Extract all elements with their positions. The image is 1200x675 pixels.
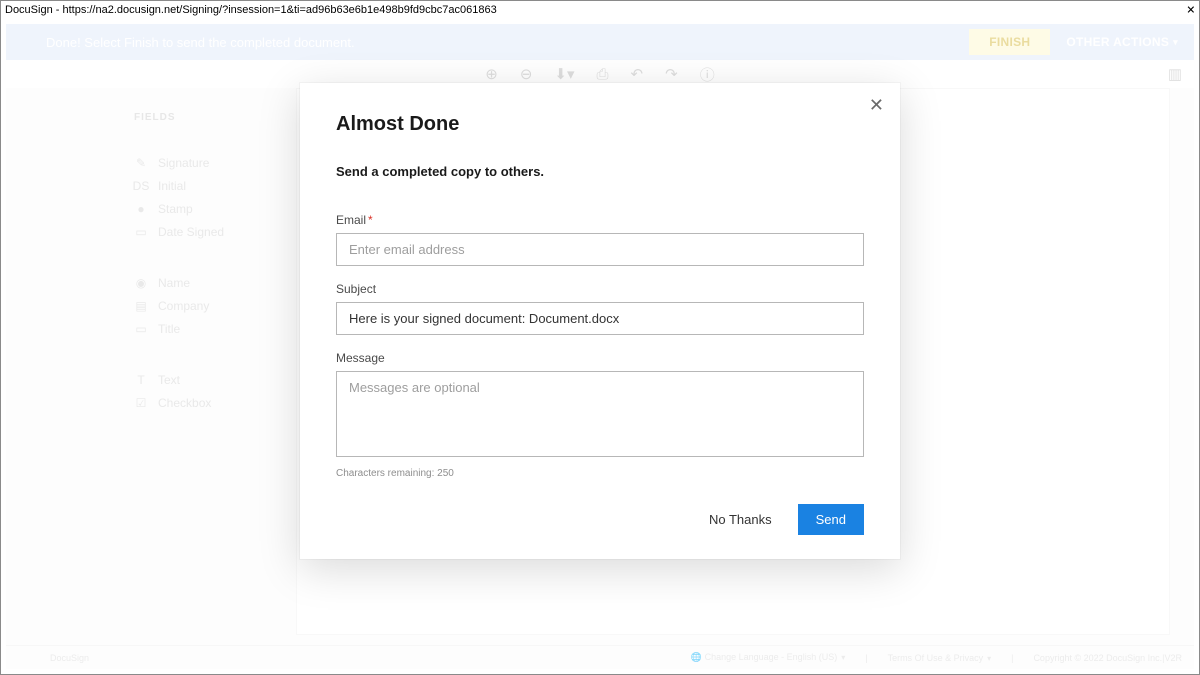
- almost-done-modal: ✕ Almost Done Send a completed copy to o…: [300, 83, 900, 559]
- close-icon: ✕: [869, 95, 884, 115]
- required-asterisk: *: [368, 213, 373, 227]
- window-titlebar: DocuSign - https://na2.docusign.net/Sign…: [1, 1, 1199, 19]
- banner-actions: FINISH OTHER ACTIONS: [969, 29, 1182, 55]
- sidebar-heading: FIELDS: [134, 112, 296, 123]
- help-icon[interactable]: ⓘ: [700, 64, 715, 85]
- field-label: Date Signed: [158, 225, 224, 239]
- modal-close-button[interactable]: ✕: [869, 95, 884, 116]
- zoom-out-icon[interactable]: ⊖: [520, 65, 533, 83]
- field-date-signed[interactable]: ▭ Date Signed: [134, 220, 296, 243]
- checkbox-icon: ☑: [134, 396, 148, 410]
- email-label: Email*: [336, 213, 864, 227]
- rotate-right-icon[interactable]: ↷: [665, 65, 678, 83]
- fields-sidebar: FIELDS ✎ Signature DS Initial ● Stamp ▭ Date…: [6, 88, 296, 669]
- field-label: Name: [158, 276, 190, 290]
- status-banner: Done! Select Finish to send the complete…: [6, 24, 1194, 60]
- window-close-button[interactable]: ×: [1187, 3, 1195, 17]
- footer-brand: DocuSign: [50, 653, 89, 663]
- footer-language[interactable]: Change Language - English (US): [705, 652, 846, 662]
- app-footer: DocuSign 🌐 Change Language - English (US…: [6, 645, 1194, 669]
- email-input[interactable]: [336, 233, 864, 266]
- banner-message: Done! Select Finish to send the complete…: [46, 35, 355, 50]
- app-window: DocuSign - https://na2.docusign.net/Sign…: [0, 0, 1200, 675]
- subject-input[interactable]: [336, 302, 864, 335]
- field-company[interactable]: ▤ Company: [134, 294, 296, 317]
- subject-label: Subject: [336, 282, 864, 296]
- person-icon: ◉: [134, 276, 148, 290]
- field-label: Initial: [158, 179, 186, 193]
- field-label: Text: [158, 373, 180, 387]
- field-label: Stamp: [158, 202, 193, 216]
- field-label: Title: [158, 322, 180, 336]
- characters-remaining: Characters remaining: 250: [336, 468, 864, 479]
- briefcase-icon: ▭: [134, 322, 148, 336]
- field-label: Company: [158, 299, 209, 313]
- field-checkbox[interactable]: ☑ Checkbox: [134, 391, 296, 414]
- field-name[interactable]: ◉ Name: [134, 271, 296, 294]
- stamp-icon: ●: [134, 202, 148, 216]
- field-label: Checkbox: [158, 396, 211, 410]
- modal-title: Almost Done: [336, 113, 864, 136]
- other-actions-label: OTHER ACTIONS: [1066, 35, 1169, 49]
- finish-button[interactable]: FINISH: [969, 29, 1050, 55]
- calendar-icon: ▭: [134, 225, 148, 239]
- building-icon: ▤: [134, 299, 148, 313]
- modal-subtitle: Send a completed copy to others.: [336, 164, 864, 179]
- send-button[interactable]: Send: [798, 504, 864, 535]
- initial-icon: DS: [134, 179, 148, 193]
- field-signature[interactable]: ✎ Signature: [134, 151, 296, 174]
- footer-terms[interactable]: Terms Of Use & Privacy: [888, 653, 992, 663]
- field-text[interactable]: T Text: [134, 368, 296, 391]
- field-initial[interactable]: DS Initial: [134, 174, 296, 197]
- email-group: Email*: [336, 213, 864, 266]
- subject-group: Subject: [336, 282, 864, 335]
- message-group: Message Characters remaining: 250: [336, 351, 864, 479]
- message-textarea[interactable]: [336, 371, 864, 457]
- print-icon[interactable]: ⎙: [597, 66, 609, 83]
- signature-icon: ✎: [134, 156, 148, 170]
- footer-copyright: Copyright © 2022 DocuSign Inc.|V2R: [1033, 653, 1182, 663]
- field-stamp[interactable]: ● Stamp: [134, 197, 296, 220]
- no-thanks-button[interactable]: No Thanks: [699, 504, 782, 535]
- window-title: DocuSign - https://na2.docusign.net/Sign…: [5, 4, 497, 16]
- message-label: Message: [336, 351, 864, 365]
- text-icon: T: [134, 373, 148, 387]
- zoom-in-icon[interactable]: ⊕: [485, 65, 498, 83]
- document-thumb-icon[interactable]: ▥: [1168, 65, 1182, 83]
- rotate-left-icon[interactable]: ↶: [631, 65, 644, 83]
- other-actions-button[interactable]: OTHER ACTIONS: [1062, 29, 1182, 55]
- download-icon[interactable]: ⬇▾: [554, 65, 574, 83]
- field-title[interactable]: ▭ Title: [134, 317, 296, 340]
- email-label-text: Email: [336, 213, 366, 227]
- modal-actions: No Thanks Send: [336, 504, 864, 535]
- field-label: Signature: [158, 156, 209, 170]
